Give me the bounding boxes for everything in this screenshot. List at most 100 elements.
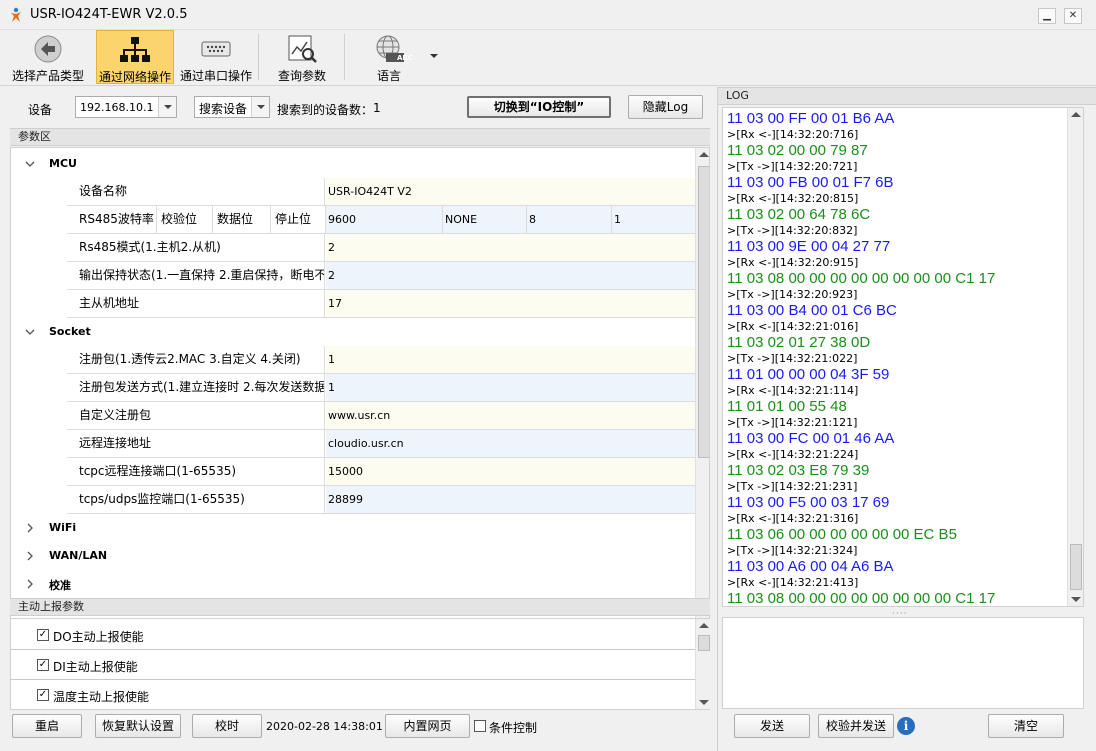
params-scrollbar[interactable] <box>695 148 709 675</box>
log-line: >[Rx <-][14:32:20:915] <box>727 256 859 269</box>
title-bar: USR-IO424T-EWR V2.0.5 ▁ ✕ <box>0 0 1096 30</box>
verify-and-send-button[interactable]: 校验并发送 <box>818 714 894 738</box>
device-label: 设备 <box>28 103 53 117</box>
log-line: 11 03 08 00 00 00 00 00 00 00 00 C1 17 <box>727 270 996 287</box>
param-row[interactable]: 主从机地址 17 <box>67 290 695 318</box>
device-ip-select[interactable]: 192.168.10.1 <box>75 96 177 118</box>
search-device-select[interactable]: 搜索设备 <box>194 96 270 118</box>
param-row-rs485[interactable]: RS485波特率 校验位 数据位 停止位 9600 NONE 8 1 <box>67 206 695 234</box>
language-button[interactable]: ABC 语言 <box>350 30 428 84</box>
param-row[interactable]: 远程连接地址 cloudio.usr.cn <box>67 430 695 458</box>
param-row[interactable]: 自定义注册包 www.usr.cn <box>67 402 695 430</box>
checkbox-checked-icon[interactable]: ✓ <box>37 629 49 641</box>
category-calibration[interactable]: 校准 <box>11 570 695 598</box>
log-scrollbar[interactable] <box>1067 108 1083 606</box>
report-item-do[interactable]: ✓ DO主动上报使能 <box>11 620 695 650</box>
param-row[interactable]: tcpc远程连接端口(1-65535) 15000 <box>67 458 695 486</box>
calibrate-time-button[interactable]: 校时 <box>192 714 262 738</box>
restart-button[interactable]: 重启 <box>12 714 82 738</box>
params-grid: MCU 设备名称 USR-IO424T V2 RS485波特率 校验位 数据位 … <box>10 147 710 676</box>
log-line: >[Tx ->][14:32:20:832] <box>727 224 858 237</box>
send-input[interactable] <box>722 617 1084 709</box>
report-item-temp[interactable]: ✓ 温度主动上报使能 <box>11 680 695 710</box>
report-scrollbar[interactable] <box>695 619 711 709</box>
log-line: >[Tx ->][14:32:21:022] <box>727 352 858 365</box>
query-params-button[interactable]: 查询参数 <box>264 30 340 84</box>
log-line: 11 01 00 00 00 04 3F 59 <box>727 366 890 383</box>
scroll-up-icon[interactable] <box>1071 112 1081 117</box>
switch-io-control-button[interactable]: 切换到“IO控制” <box>467 96 611 118</box>
scroll-up-icon[interactable] <box>699 623 709 628</box>
chevron-down-icon <box>25 161 35 167</box>
param-row[interactable]: 注册包发送方式(1.建立连接时 2.每次发送数据 1 <box>67 374 695 402</box>
log-line: >[Tx ->][14:32:21:121] <box>727 416 858 429</box>
checkbox-checked-icon[interactable]: ✓ <box>37 689 49 701</box>
log-line: 11 01 01 00 55 48 <box>727 398 847 415</box>
builtin-web-button[interactable]: 内置网页 <box>385 714 470 738</box>
chevron-right-icon <box>27 551 33 561</box>
scrollbar-thumb[interactable] <box>1070 544 1082 590</box>
log-line: 11 03 00 FF 00 01 B6 AA <box>727 110 895 127</box>
param-row[interactable]: 设备名称 USR-IO424T V2 <box>67 178 695 206</box>
log-line: 11 03 02 01 27 38 0D <box>727 334 871 351</box>
serial-port-icon <box>201 41 231 57</box>
param-row[interactable]: tcps/udps监控端口(1-65535) 28899 <box>67 486 695 514</box>
checkbox-checked-icon[interactable]: ✓ <box>37 659 49 671</box>
category-wan-lan[interactable]: WAN/LAN <box>11 542 695 570</box>
param-row[interactable]: 输出保持状态(1.一直保持 2.重启保持，断电不 2 <box>67 262 695 290</box>
category-wifi[interactable]: WiFi <box>11 514 695 542</box>
chevron-down-icon <box>25 329 35 335</box>
log-line: 11 03 00 B4 00 01 C6 BC <box>727 302 897 319</box>
toolbar-separator <box>344 34 345 80</box>
log-line: >[Rx <-][14:32:21:114] <box>727 384 859 397</box>
log-line: 11 03 08 00 00 00 00 00 00 00 00 C1 17 <box>727 590 996 607</box>
scroll-down-icon[interactable] <box>699 700 709 705</box>
scroll-up-icon[interactable] <box>699 152 709 157</box>
language-dropdown-arrow[interactable] <box>430 54 438 58</box>
window-title: USR-IO424T-EWR V2.0.5 <box>30 7 188 22</box>
log-header: LOG <box>718 87 1096 105</box>
clear-button[interactable]: 清空 <box>988 714 1064 738</box>
log-line: 11 03 02 03 E8 79 39 <box>727 462 870 479</box>
scrollbar-thumb[interactable] <box>698 166 709 458</box>
chevron-down-icon <box>251 97 269 117</box>
close-button[interactable]: ✕ <box>1064 8 1082 24</box>
send-button[interactable]: 发送 <box>734 714 810 738</box>
toolbar: 选择产品类型 通过网络操作 通过串口操作 查询参数 ABC 语言 <box>0 30 1096 86</box>
category-socket[interactable]: Socket <box>11 318 695 346</box>
report-area-header: 主动上报参数 <box>10 598 710 616</box>
params-area-header: 参数区 <box>10 128 710 146</box>
log-view[interactable]: 11 03 00 FF 00 01 B6 AA >[Rx <-][14:32:20… <box>722 107 1084 607</box>
minimize-button[interactable]: ▁ <box>1038 8 1056 24</box>
category-mcu[interactable]: MCU <box>11 150 695 178</box>
found-count-value: 1 <box>373 101 381 115</box>
log-line: >[Rx <-][14:32:20:815] <box>727 192 859 205</box>
log-line: 11 03 00 A6 00 04 A6 BA <box>727 558 894 575</box>
scroll-down-icon[interactable] <box>1071 597 1081 602</box>
select-product-type-button[interactable]: 选择产品类型 <box>8 30 88 84</box>
toolbar-separator <box>258 34 259 80</box>
back-arrow-icon <box>34 35 62 63</box>
network-operation-button[interactable]: 通过网络操作 <box>96 30 174 84</box>
condition-control-checkbox[interactable] <box>474 720 486 732</box>
log-line: 11 03 02 00 64 78 6C <box>727 206 871 223</box>
bottom-bar: 重启 恢复默认设置 校时 2020-02-28 14:38:01 5 内置网页 … <box>0 714 716 744</box>
log-line: 11 03 02 00 00 79 87 <box>727 142 868 159</box>
scrollbar-thumb[interactable] <box>698 635 710 651</box>
found-count-label: 搜索到的设备数： <box>277 103 374 117</box>
info-icon[interactable]: i <box>897 717 915 735</box>
log-line: 11 03 00 9E 00 04 27 77 <box>727 238 891 255</box>
log-line: >[Rx <-][14:32:21:224] <box>727 448 859 461</box>
log-line: >[Rx <-][14:32:21:016] <box>727 320 859 333</box>
param-row[interactable]: Rs485模式(1.主机2.从机) 2 <box>67 234 695 262</box>
chevron-right-icon <box>27 579 33 589</box>
serial-operation-button[interactable]: 通过串口操作 <box>176 30 256 84</box>
log-line: >[Tx ->][14:32:20:923] <box>727 288 858 301</box>
hide-log-button[interactable]: 隐藏Log <box>628 95 703 119</box>
app-logo-icon <box>11 7 21 22</box>
restore-defaults-button[interactable]: 恢复默认设置 <box>95 714 181 738</box>
network-icon <box>120 37 150 62</box>
param-row[interactable]: 注册包(1.透传云2.MAC 3.自定义 4.关闭) 1 <box>67 346 695 374</box>
log-line: 11 03 06 00 00 00 00 00 00 EC B5 <box>727 526 957 543</box>
report-item-di[interactable]: ✓ DI主动上报使能 <box>11 650 695 680</box>
